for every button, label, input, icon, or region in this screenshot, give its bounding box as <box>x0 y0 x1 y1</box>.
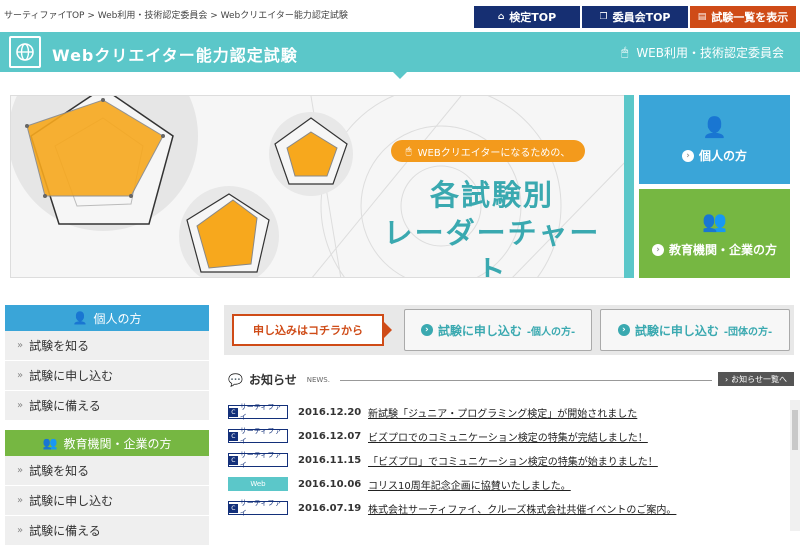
arrow-circle-icon: › <box>617 324 630 336</box>
hero-heading: 各試験別 レーダーチャート <box>383 178 601 278</box>
news-divider <box>340 380 712 381</box>
arrow-circle-icon: › <box>651 243 664 256</box>
certify-logo-icon: C <box>229 407 238 417</box>
news-list: C サーティファイ 2016.12.20 新試験「ジュニア・プログラミング検定」が… <box>228 400 784 520</box>
nav-item-prepare[interactable]: » 試験に備える <box>5 391 209 421</box>
hero-tagline: 🖱 WEBクリエイターになるための、 <box>391 140 585 162</box>
nav-item-prepare[interactable]: » 試験に備える <box>5 516 209 546</box>
news-date: 2016.10.06 <box>298 478 362 490</box>
category-badge: Web <box>228 477 288 491</box>
category-badge: C サーティファイ <box>228 499 288 517</box>
chevron-right-icon: › <box>724 374 729 384</box>
globe-icon <box>9 36 41 68</box>
document-icon: ▤ <box>697 12 707 22</box>
news-title: 💬 お知らせ NEWS. <box>228 372 330 388</box>
certify-logo-icon: C <box>229 431 238 441</box>
person-icon: 👤 <box>72 311 88 325</box>
news-item: Web 2016.10.06 コリス10周年記念企画に協賛いたしました。 <box>228 472 784 496</box>
scrollbar-thumb[interactable] <box>792 410 798 450</box>
certify-logo-icon: C <box>229 503 238 513</box>
arrow-circle-icon: › <box>420 324 433 336</box>
news-scrollbar[interactable] <box>790 400 800 531</box>
group-icon: 👥 <box>42 436 58 450</box>
breadcrumb: サーティファイTOP > Web利用・技術認定委員会 > Webクリエイター能力… <box>4 11 348 21</box>
news-header: 💬 お知らせ NEWS. › お知らせ一覧へ <box>228 371 794 389</box>
category-badge: C サーティファイ <box>228 403 288 421</box>
left-nav-individual: 👤 個人の方 » 試験を知る » 試験に申し込む » 試験に備える <box>5 305 209 421</box>
person-icon: 👤 <box>702 115 727 139</box>
news-date: 2016.12.20 <box>298 406 362 418</box>
nav-item-apply[interactable]: » 試験に申し込む <box>5 486 209 516</box>
apply-group-button[interactable]: › 試験に申し込む -団体の方- <box>600 309 790 351</box>
news-link[interactable]: コリス10周年記念企画に協賛いたしました。 <box>368 477 571 492</box>
double-chevron-icon: » <box>17 495 24 506</box>
hero-banner[interactable]: 🖱 WEBクリエイターになるための、 各試験別 レーダーチャート <box>10 95 634 278</box>
group-icon: 👥 <box>702 209 727 233</box>
mouse-icon: 🖱 <box>621 45 629 59</box>
title-notch <box>393 72 407 79</box>
nav-head-individual[interactable]: 👤 個人の方 <box>5 305 209 331</box>
org-button[interactable]: 👥 › 教育機関・企業の方 <box>639 189 790 278</box>
page-title: Webクリエイター能力認定試験 <box>52 46 298 65</box>
news-date: 2016.11.15 <box>298 454 362 466</box>
committee-link[interactable]: 🖱 WEB利用・技術認定委員会 <box>621 44 784 61</box>
certify-logo-icon: C <box>229 455 238 465</box>
news-item: C サーティファイ 2016.07.19 株式会社サーティファイ、クルーズ株式会社… <box>228 496 784 520</box>
double-chevron-icon: » <box>17 370 24 381</box>
kentei-top-button[interactable]: ⌂ 検定TOP <box>474 6 580 28</box>
news-link[interactable]: 新試験「ジュニア・プログラミング検定」が開始されました <box>368 405 637 420</box>
breadcrumb-link-committee[interactable]: Web利用・技術認定委員会 <box>98 11 208 21</box>
exam-list-button[interactable]: ▤ 試験一覧を表示 <box>690 6 796 28</box>
hero-edge <box>624 95 634 278</box>
iinkai-top-button[interactable]: ❐ 委員会TOP <box>582 6 688 28</box>
left-nav-org: 👥 教育機関・企業の方 » 試験を知る » 試験に申し込む » 試験に備える <box>5 430 209 546</box>
category-badge: C サーティファイ <box>228 427 288 445</box>
nav-item-know[interactable]: » 試験を知る <box>5 331 209 361</box>
apply-individual-button[interactable]: › 試験に申し込む -個人の方- <box>404 309 592 351</box>
news-item: C サーティファイ 2016.12.07 ビズプロでのコミュニケーション検定の特集… <box>228 424 784 448</box>
top-bar: サーティファイTOP > Web利用・技術認定委員会 > Webクリエイター能力… <box>0 0 800 30</box>
nav-item-apply[interactable]: » 試験に申し込む <box>5 361 209 391</box>
apply-label: 申し込みはコチラから <box>232 314 384 346</box>
double-chevron-icon: » <box>17 340 24 351</box>
title-bar: Webクリエイター能力認定試験 🖱 WEB利用・技術認定委員会 <box>0 32 800 72</box>
apply-arrow <box>384 322 392 338</box>
news-all-button[interactable]: › お知らせ一覧へ <box>718 372 794 386</box>
news-link[interactable]: 「ビズプロ」でコミュニケーション検定の特集が始まりました！ <box>368 453 658 468</box>
news-item: C サーティファイ 2016.11.15 「ビズプロ」でコミュニケーション検定の特… <box>228 448 784 472</box>
news-date: 2016.12.07 <box>298 430 362 442</box>
window-icon: ❐ <box>599 12 608 22</box>
mouse-icon: 🖱 <box>405 145 412 157</box>
news-link[interactable]: ビズプロでのコミュニケーション検定の特集が完結しました！ <box>368 429 648 444</box>
home-icon: ⌂ <box>497 12 505 22</box>
breadcrumb-link-certify-top[interactable]: サーティファイTOP <box>4 11 84 21</box>
arrow-circle-icon: › <box>681 149 694 162</box>
breadcrumb-current: Webクリエイター能力認定試験 <box>220 11 348 21</box>
news-item: C サーティファイ 2016.12.20 新試験「ジュニア・プログラミング検定」が… <box>228 400 784 424</box>
nav-head-org[interactable]: 👥 教育機関・企業の方 <box>5 430 209 456</box>
news-link[interactable]: 株式会社サーティファイ、クルーズ株式会社共催イベントのご案内。 <box>368 501 676 516</box>
news-date: 2016.07.19 <box>298 502 362 514</box>
category-badge: C サーティファイ <box>228 451 288 469</box>
apply-bar: 申し込みはコチラから › 試験に申し込む -個人の方- › 試験に申し込む -団体の… <box>224 305 794 355</box>
chat-icon: 💬 <box>228 372 243 387</box>
individual-button[interactable]: 👤 › 個人の方 <box>639 95 790 184</box>
nav-item-know[interactable]: » 試験を知る <box>5 456 209 486</box>
double-chevron-icon: » <box>17 400 24 411</box>
double-chevron-icon: » <box>17 465 24 476</box>
